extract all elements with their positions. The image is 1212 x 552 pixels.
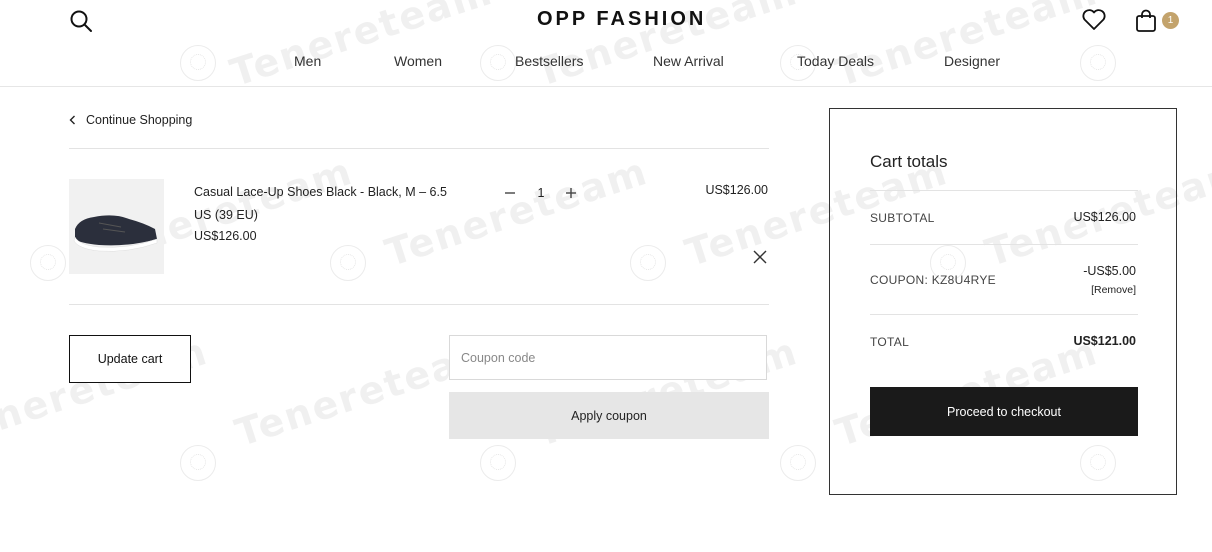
remove-coupon-link[interactable]: [Remove] [1091, 284, 1136, 296]
coupon-code-input[interactable] [449, 335, 767, 380]
line-total: US$126.00 [705, 183, 768, 197]
product-unit-price: US$126.00 [194, 229, 257, 243]
product-name[interactable]: Casual Lace-Up Shoes Black - Black, M – … [194, 181, 464, 227]
divider [69, 304, 769, 305]
coupon-label: COUPON: KZ8U4RYE [870, 273, 996, 287]
divider [870, 190, 1138, 191]
brand-logo[interactable]: OPP FASHION [537, 8, 706, 31]
nav-item-bestsellers[interactable]: Bestsellers [515, 53, 583, 69]
cart-totals-panel: Cart totals SUBTOTAL US$126.00 COUPON: K… [829, 108, 1177, 495]
divider [870, 314, 1138, 315]
cart-bag-icon[interactable] [1134, 8, 1160, 34]
qty-value[interactable]: 1 [533, 186, 549, 200]
watermark-logo [480, 445, 516, 481]
qty-increase-button[interactable] [565, 183, 577, 204]
continue-shopping-link[interactable]: Continue Shopping [69, 112, 192, 128]
site-header: OPP FASHION 1 Men Women Bestsellers New … [0, 0, 1212, 87]
total-label: TOTAL [870, 335, 910, 349]
apply-coupon-button[interactable]: Apply coupon [449, 392, 769, 439]
remove-item-close-icon[interactable] [753, 250, 767, 264]
watermark-logo [180, 445, 216, 481]
nav-item-women[interactable]: Women [394, 53, 442, 69]
divider [69, 148, 769, 149]
nav-item-men[interactable]: Men [294, 53, 321, 69]
subtotal-value: US$126.00 [1073, 210, 1136, 224]
coupon-discount-value: -US$5.00 [1083, 264, 1136, 278]
cart-totals-title: Cart totals [870, 152, 948, 171]
nav-item-today-deals[interactable]: Today Deals [797, 53, 874, 69]
watermark-logo [30, 245, 66, 281]
qty-decrease-button[interactable] [504, 183, 516, 204]
watermark-logo [780, 445, 816, 481]
nav-item-designer[interactable]: Designer [944, 53, 1000, 69]
product-thumbnail[interactable] [69, 179, 164, 274]
continue-shopping-label: Continue Shopping [86, 113, 193, 127]
nav-item-new-arrival[interactable]: New Arrival [653, 53, 724, 69]
subtotal-label: SUBTOTAL [870, 211, 935, 225]
proceed-to-checkout-button[interactable]: Proceed to checkout [870, 387, 1138, 436]
chevron-left-icon [69, 112, 76, 128]
update-cart-button[interactable]: Update cart [69, 335, 191, 383]
watermark-logo [630, 245, 666, 281]
total-value: US$121.00 [1073, 334, 1136, 348]
watermark-logo [330, 245, 366, 281]
wishlist-heart-icon[interactable] [1081, 8, 1107, 32]
search-icon[interactable] [69, 9, 93, 33]
cart-count-badge: 1 [1162, 12, 1179, 29]
divider [870, 244, 1138, 245]
